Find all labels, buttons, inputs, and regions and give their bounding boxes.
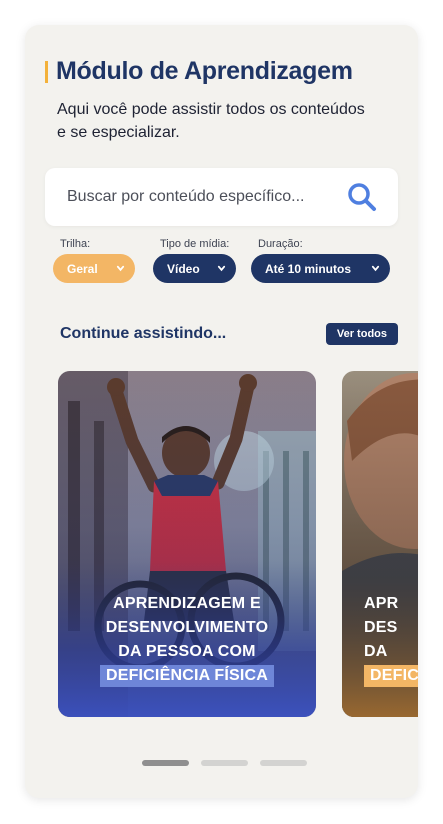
pagination-dot-1[interactable] — [142, 760, 189, 766]
search-icon[interactable] — [346, 181, 378, 213]
subtitle-line-2: e se especializar. — [57, 124, 180, 141]
subtitle-line-1: Aqui você pode assistir todos os conteúd… — [57, 101, 365, 118]
card-title-line-1: APR — [364, 595, 399, 612]
filter-tipo-midia-select[interactable]: Vídeo — [153, 254, 236, 283]
pagination-dot-3[interactable] — [260, 760, 307, 766]
filter-duracao-value: Até 10 minutos — [265, 261, 352, 276]
filter-tipo-midia: Tipo de mídia: Vídeo — [153, 238, 236, 283]
continue-watching-header: Continue assistindo... Ver todos — [60, 323, 398, 345]
card-caption: APRENDIZAGEM E DESENVOLVIMENTO DA PESSOA… — [58, 592, 316, 688]
title-accent-bar — [45, 60, 48, 83]
page-subtitle: Aqui você pode assistir todos os conteúd… — [57, 98, 387, 144]
filter-duracao-select[interactable]: Até 10 minutos — [251, 254, 390, 283]
filter-trilha-value: Geral — [67, 261, 98, 276]
card-title-line-1: APRENDIZAGEM E — [113, 595, 261, 612]
section-title: Continue assistindo... — [60, 325, 227, 342]
app-screen: Módulo de Aprendizagem Aqui você pode as… — [25, 25, 418, 798]
search-input[interactable] — [67, 188, 337, 206]
pagination-dot-2[interactable] — [201, 760, 248, 766]
filter-tipo-midia-value: Vídeo — [167, 261, 200, 276]
page-title: Módulo de Aprendizagem — [56, 57, 353, 85]
search-bar[interactable] — [45, 168, 398, 226]
filter-tipo-midia-label: Tipo de mídia: — [160, 238, 230, 250]
filter-duracao-label: Duração: — [258, 238, 303, 250]
card-title-line-3: DA PESSOA COM — [118, 643, 256, 660]
card-title-highlight: DEFICI — [364, 665, 418, 687]
chevron-down-icon — [217, 265, 226, 272]
card-caption: APR DES DA DEFICI — [364, 592, 418, 688]
chevron-down-icon — [371, 265, 380, 272]
carousel-pagination — [142, 760, 307, 766]
card-title-highlight: DEFICIÊNCIA FÍSICA — [99, 665, 275, 687]
filter-trilha-label: Trilha: — [60, 238, 91, 250]
title-row: Módulo de Aprendizagem — [45, 57, 353, 86]
filter-trilha-select[interactable]: Geral — [53, 254, 135, 283]
chevron-down-icon — [116, 265, 125, 272]
video-card[interactable]: APRENDIZAGEM E DESENVOLVIMENTO DA PESSOA… — [58, 371, 316, 717]
filter-duracao: Duração: Até 10 minutos — [251, 238, 390, 283]
filter-trilha: Trilha: Geral — [53, 238, 135, 283]
video-card[interactable]: APR DES DA DEFICI — [342, 371, 418, 717]
card-title-line-2: DESENVOLVIMENTO — [105, 619, 269, 636]
see-all-button[interactable]: Ver todos — [325, 323, 398, 345]
card-title-line-2: DES — [364, 619, 398, 636]
card-title-line-3: DA — [364, 643, 388, 660]
